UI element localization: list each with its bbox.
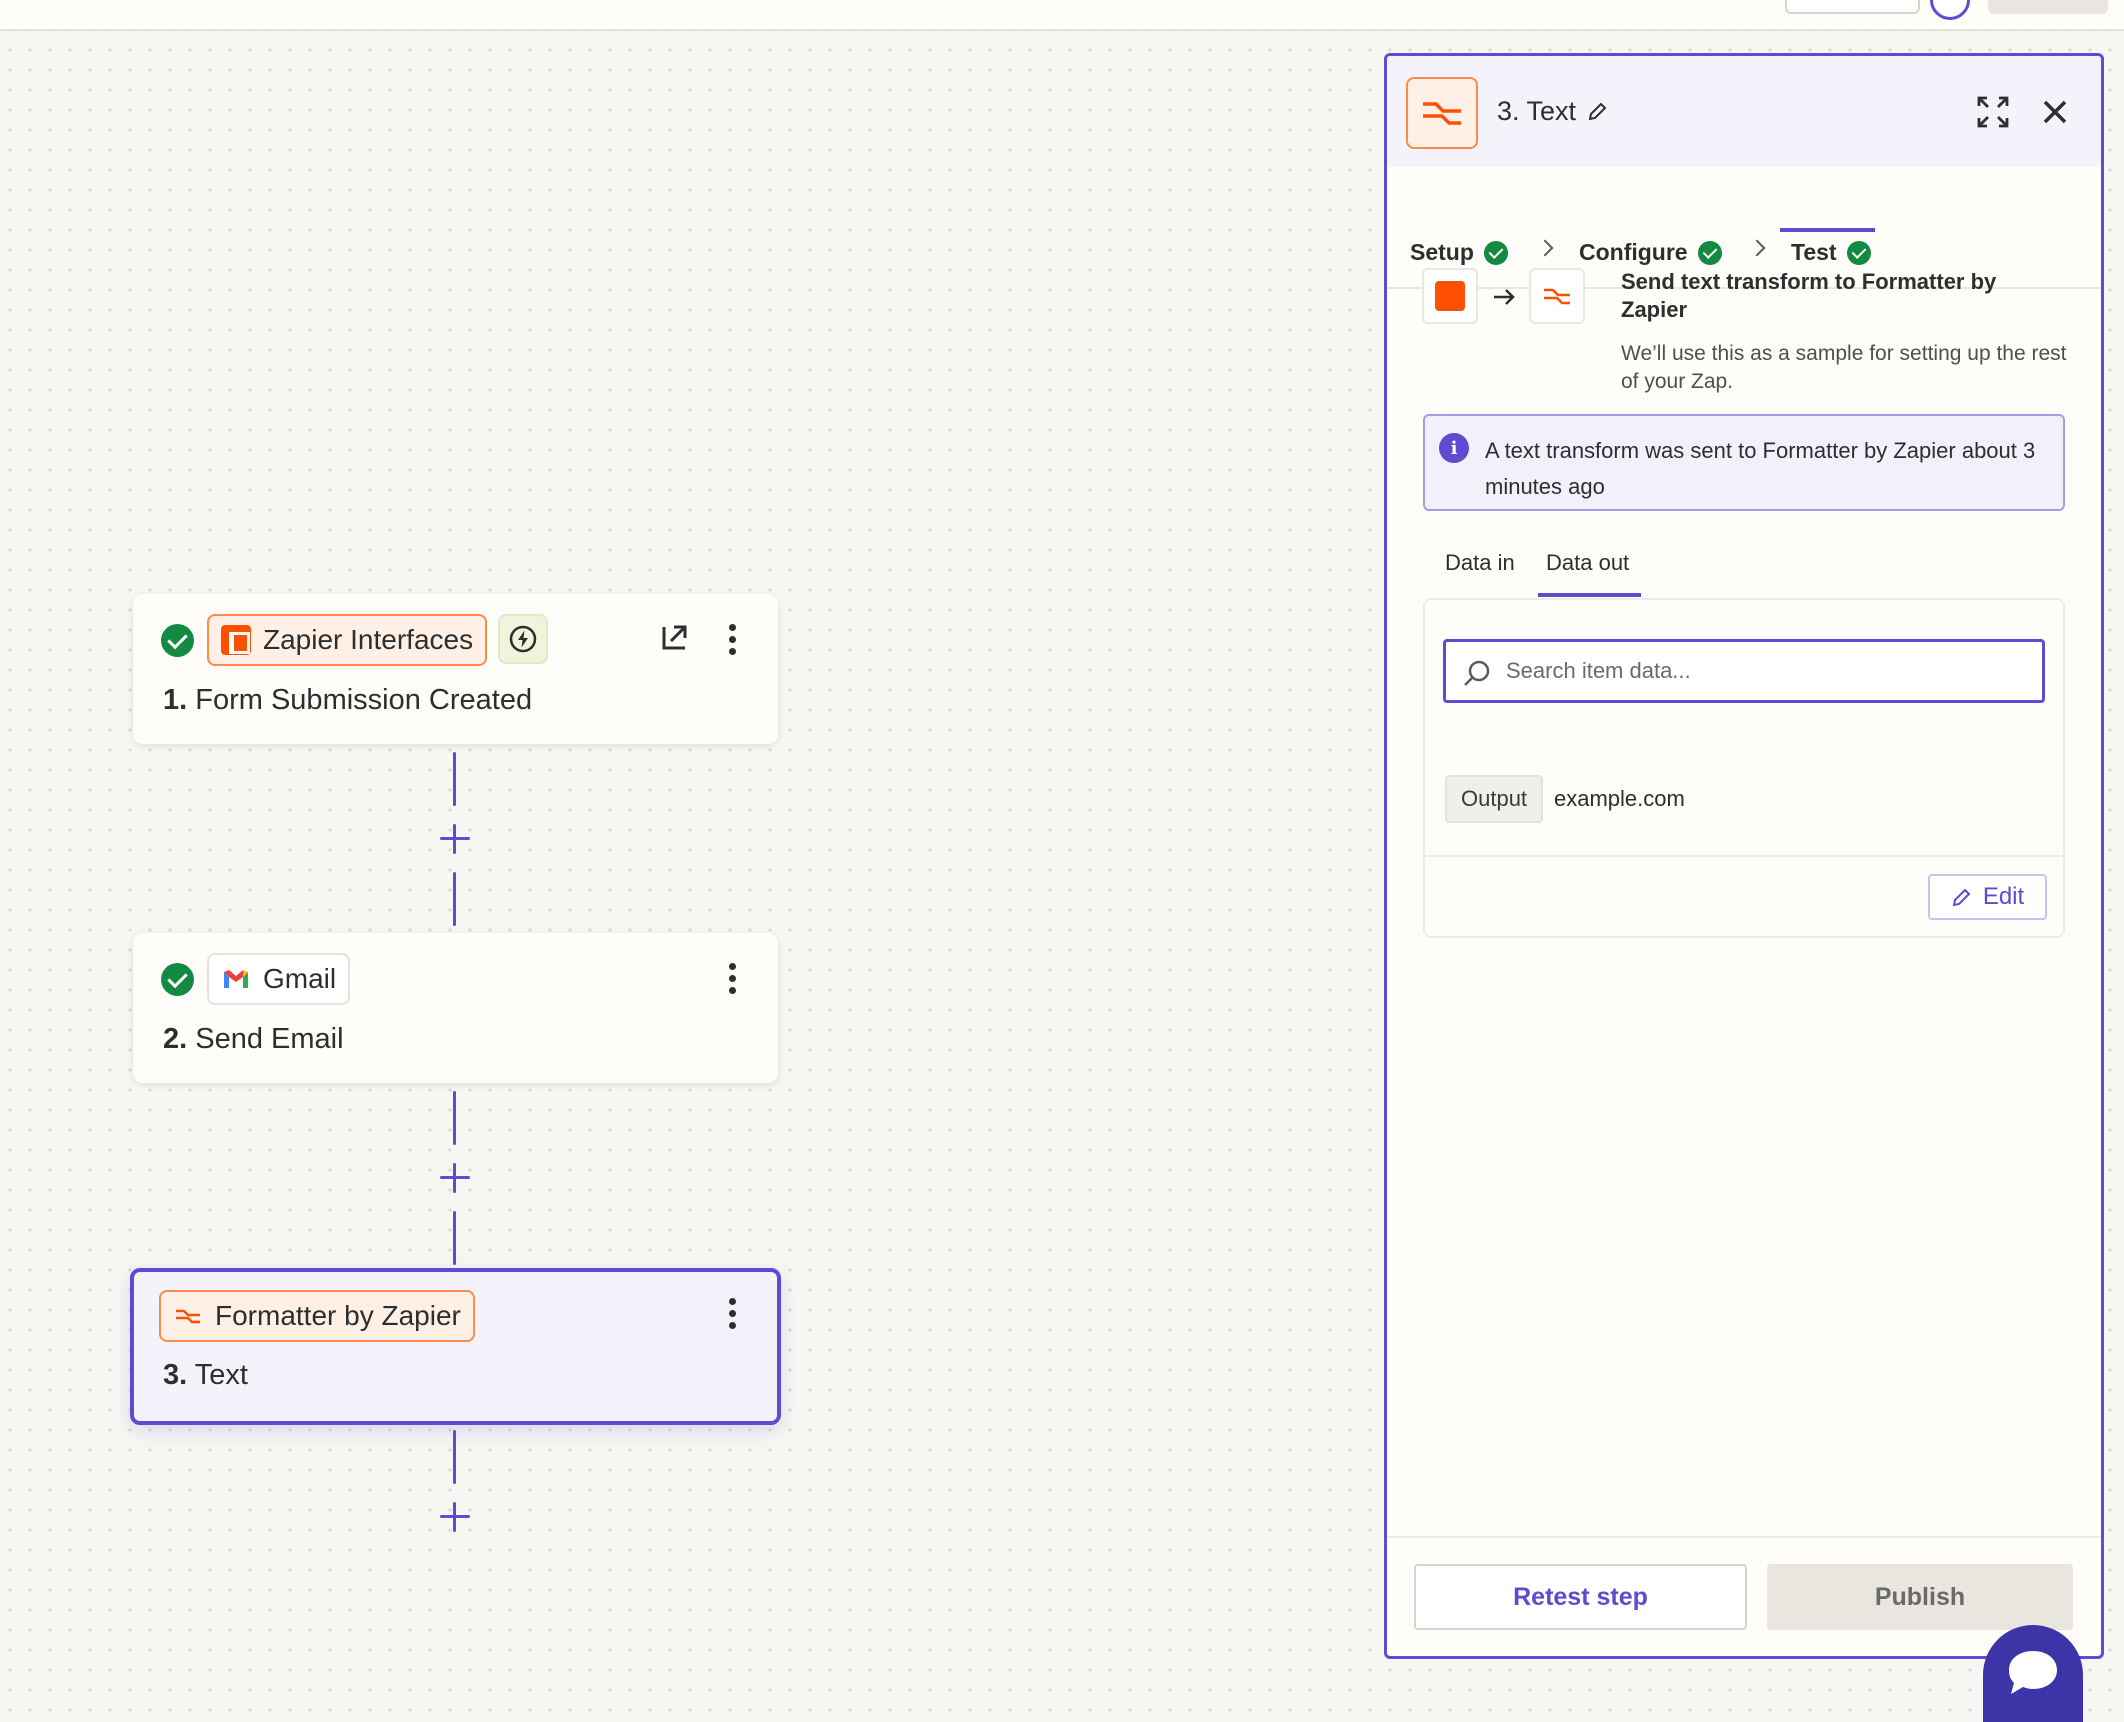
edit-button[interactable]: Edit: [1928, 874, 2047, 920]
check-icon: [1846, 240, 1871, 265]
chevron-right-icon: [1536, 239, 1554, 257]
tab-label: Configure: [1579, 239, 1688, 265]
chevron-right-icon: [1748, 239, 1766, 257]
app-chip-gmail: Gmail: [207, 953, 351, 1005]
edit-label: Edit: [1982, 883, 2025, 910]
step-number: 3.: [163, 1359, 188, 1391]
close-icon[interactable]: [2035, 92, 2075, 132]
plus-icon[interactable]: [438, 1500, 472, 1534]
app-chip-formatter: Formatter by Zapier: [159, 1290, 475, 1342]
panel-title-text: 3. Text: [1497, 96, 1577, 126]
connector-line: [453, 752, 456, 806]
search-field[interactable]: [1443, 639, 2045, 703]
publish-button[interactable]: Publish: [1767, 1564, 2073, 1630]
top-bar: [0, 0, 2124, 31]
connector-line: [453, 1091, 456, 1145]
tab-data-out[interactable]: Data out: [1546, 550, 1629, 576]
app-name: Formatter by Zapier: [215, 1300, 461, 1331]
tab-setup[interactable]: Setup: [1410, 239, 1508, 266]
pencil-icon[interactable]: [1586, 101, 1608, 123]
arrow-right-icon: [1490, 283, 1518, 311]
help-button[interactable]: [1930, 0, 1970, 20]
step-title: 2. Send Email: [163, 1023, 344, 1056]
open-external-icon[interactable]: [658, 620, 692, 654]
check-icon: [1483, 240, 1508, 265]
output-value: example.com: [1554, 786, 1685, 811]
zapier-interfaces-icon: [221, 625, 251, 655]
formatter-icon: [1406, 77, 1478, 149]
panel-header: 3. Text: [1387, 56, 2101, 167]
more-vertical-icon[interactable]: [717, 1294, 747, 1334]
tab-label: Data in: [1445, 550, 1515, 575]
connector-line: [453, 1211, 456, 1265]
sample-description: We’ll use this as a sample for setting u…: [1621, 342, 2067, 393]
divider: [1425, 855, 2063, 857]
step-number: 2.: [163, 1023, 188, 1055]
tab-data-in[interactable]: Data in: [1445, 550, 1515, 576]
formatter-icon: [173, 1301, 203, 1331]
formatter-icon: [1529, 268, 1585, 324]
pencil-icon: [1952, 888, 1971, 907]
undo-button[interactable]: [1785, 0, 1920, 14]
step-name: Send Email: [195, 1023, 344, 1055]
tab-test[interactable]: Test: [1791, 239, 1871, 266]
info-text: A text transform was sent to Formatter b…: [1485, 438, 2036, 499]
step-title: 1. Form Submission Created: [163, 684, 532, 717]
connector-line: [453, 1430, 456, 1484]
chat-icon: [2009, 1651, 2057, 1694]
plus-icon[interactable]: [438, 822, 472, 856]
bolt-icon: [498, 614, 548, 664]
more-vertical-icon[interactable]: [717, 620, 747, 660]
step-name: Form Submission Created: [195, 684, 533, 716]
step-card-3[interactable]: Formatter by Zapier 3. Text: [130, 1268, 781, 1425]
connector-line: [453, 872, 456, 926]
gmail-icon: [221, 964, 251, 994]
app-chip-zapier-interfaces: Zapier Interfaces: [207, 614, 488, 666]
step-name: Text: [194, 1359, 248, 1391]
tab-label: Test: [1791, 239, 1837, 265]
step-card-2[interactable]: Gmail 2. Send Email: [133, 933, 778, 1083]
info-icon: i: [1439, 433, 1469, 463]
step-title: 3. Text: [163, 1359, 248, 1392]
tab-configure[interactable]: Configure: [1579, 239, 1722, 266]
check-icon: [161, 963, 194, 996]
active-tab-indicator: [1780, 228, 1875, 232]
step-card-1[interactable]: Zapier Interfaces 1. Form Submission Cre…: [133, 594, 778, 744]
sample-title: Send text transform to Formatter by Zapi…: [1621, 269, 1997, 322]
tab-label: Setup: [1410, 239, 1474, 265]
plus-icon[interactable]: [438, 1161, 472, 1195]
app-name: Zapier Interfaces: [263, 624, 474, 655]
info-banner: i A text transform was sent to Formatter…: [1423, 414, 2065, 511]
app-name: Gmail: [263, 963, 337, 994]
search-icon: [1462, 658, 1492, 688]
zapier-interfaces-icon: [1422, 268, 1478, 324]
check-icon: [161, 624, 194, 657]
expand-icon[interactable]: [1973, 92, 2013, 132]
output-key: Output: [1445, 775, 1544, 823]
chat-support-button[interactable]: [1983, 1625, 2083, 1722]
search-input[interactable]: [1506, 650, 2026, 692]
check-icon: [1697, 240, 1722, 265]
more-vertical-icon[interactable]: [717, 959, 747, 999]
step-number: 1.: [163, 684, 188, 716]
tab-label: Data out: [1546, 550, 1630, 575]
top-publish-button[interactable]: [1988, 0, 2108, 14]
panel-title[interactable]: 3. Text: [1497, 96, 1608, 127]
active-data-tab-indicator: [1538, 593, 1641, 597]
divider: [1387, 1536, 2101, 1538]
retest-step-button[interactable]: Retest step: [1414, 1564, 1747, 1630]
